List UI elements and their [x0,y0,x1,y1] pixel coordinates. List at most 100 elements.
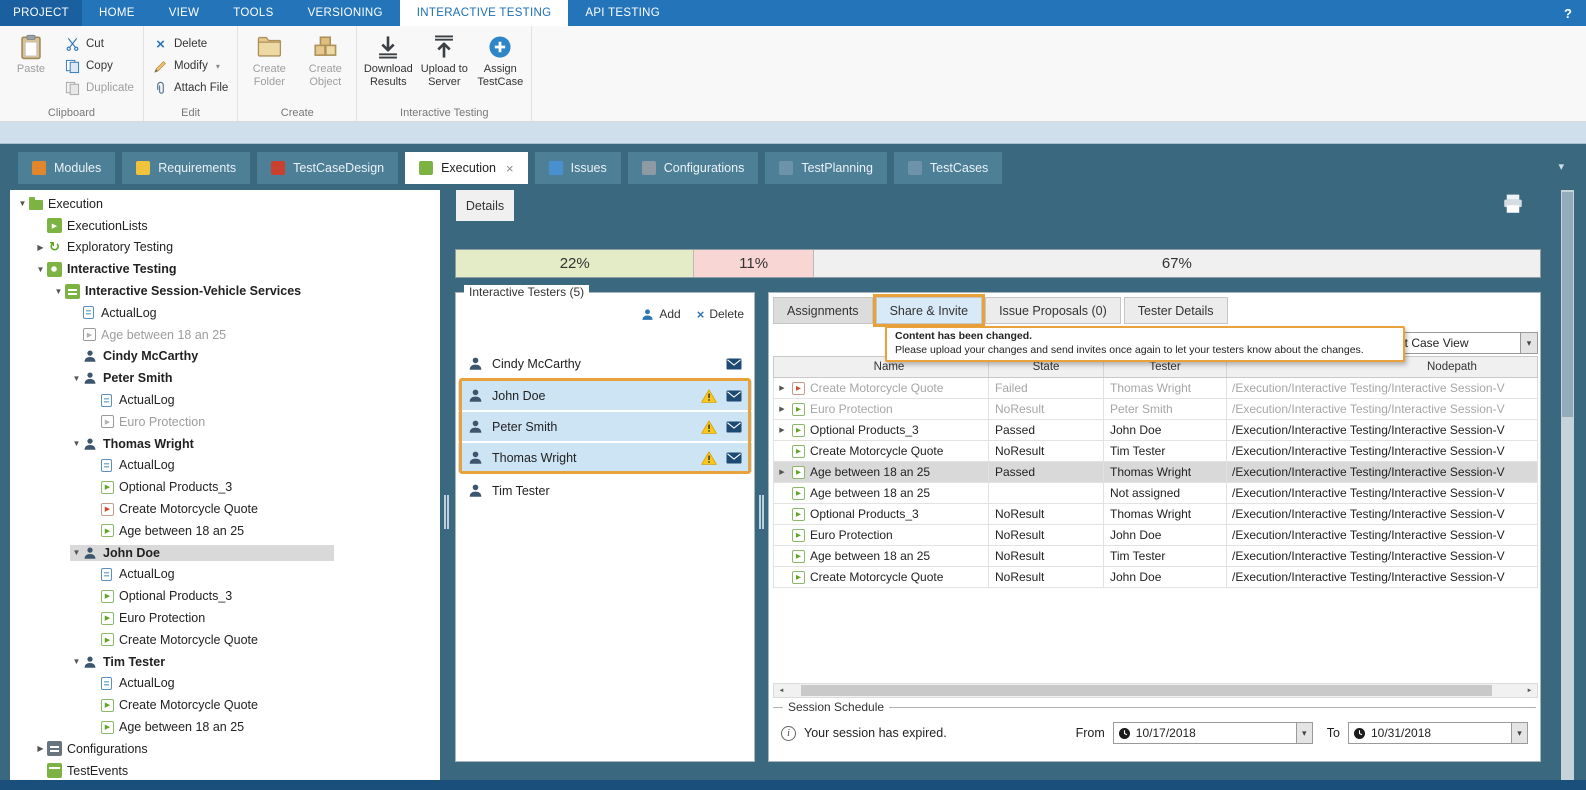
expand-arrow[interactable]: ▶ [34,744,47,753]
scrollbar-thumb[interactable] [801,685,1492,696]
tree-item-optional-products[interactable]: ▶Optional Products_3 [10,585,440,607]
table-row[interactable]: ▶Optional Products_3 NoResult Thomas Wri… [773,504,1538,525]
to-date-picker[interactable]: 10/31/2018 ▾ [1348,722,1528,744]
tree-item-age-between[interactable]: ▶Age between 18 an 25 [10,716,440,738]
tree-item-configurations[interactable]: ▶Configurations [10,738,440,760]
table-row[interactable]: ▶Create Motorcycle Quote NoResult Tim Te… [773,441,1538,462]
expand-arrow[interactable]: ▼ [70,657,83,666]
tree-item-age-between[interactable]: ▶Age between 18 an 25 [10,520,440,542]
tree-item-create-motorcycle-quote[interactable]: ▶Create Motorcycle Quote [10,498,440,520]
tree-item-tim-tester[interactable]: ▼Tim Tester [10,651,440,673]
menu-tab-tools[interactable]: TOOLS [216,0,290,26]
copy-button[interactable]: Copy [59,55,140,77]
tester-row-thomas[interactable]: Thomas Wright [458,443,752,472]
tab-testplanning[interactable]: TestPlanning [765,152,887,184]
create-object-button[interactable]: Create Object [297,29,353,103]
row-expander[interactable]: ▶ [774,399,790,419]
tree-item-optional-products[interactable]: ▶Optional Products_3 [10,476,440,498]
tree-item-euro-protection[interactable]: ▶Euro Protection [10,607,440,629]
tab-execution[interactable]: Execution× [405,152,528,184]
tree-item-euro-protection[interactable]: ▶Euro Protection [10,411,440,433]
tree-item-cindy-mccarthy[interactable]: Cindy McCarthy [10,346,440,368]
create-folder-button[interactable]: Create Folder [241,29,297,103]
row-expander[interactable]: ▶ [774,378,790,398]
print-icon[interactable] [1502,194,1524,214]
chevron-down-icon[interactable]: ▾ [216,62,220,71]
table-row[interactable]: ▶ ▶Optional Products_3 Passed John Doe /… [773,420,1538,441]
tab-tester-details[interactable]: Tester Details [1124,297,1228,324]
tree-item-create-motorcycle-quote[interactable]: ▶Create Motorcycle Quote [10,629,440,651]
delete-button[interactable]: × Delete [147,33,234,55]
chevron-down-icon[interactable]: ▾ [1296,723,1312,743]
tab-overflow-icon[interactable]: ▾ [1558,160,1564,173]
tab-requirements[interactable]: Requirements [122,152,250,184]
mail-icon[interactable] [726,421,742,433]
tab-details[interactable]: Details [456,190,514,221]
tree-item-actuallog[interactable]: ActualLog [10,564,440,586]
tree-item-interactive-session[interactable]: ▼Interactive Session-Vehicle Services [10,280,440,302]
tab-testcasedesign[interactable]: TestCaseDesign [257,152,398,184]
row-expander[interactable]: ▶ [774,462,790,482]
menu-tab-interactive-testing[interactable]: INTERACTIVE TESTING [400,0,569,26]
table-row[interactable]: ▶ ▶Create Motorcycle Quote Failed Thomas… [773,378,1538,399]
table-row[interactable]: ▶ ▶Euro Protection NoResult Peter Smith … [773,399,1538,420]
tab-assignments[interactable]: Assignments [773,297,873,324]
expand-arrow[interactable]: ▼ [34,265,47,274]
scroll-left-icon[interactable]: ◄ [774,684,789,697]
paste-button[interactable]: Paste [3,29,59,103]
tree-item-age-between[interactable]: ▶Age between 18 an 25 [10,324,440,346]
tab-testcases[interactable]: TestCases [894,152,1002,184]
help-icon[interactable]: ? [1550,0,1586,26]
tab-share-invite[interactable]: Share & Invite [876,297,983,324]
expand-arrow[interactable]: ▼ [16,199,29,208]
expand-arrow[interactable]: ▼ [70,548,83,557]
tree-item-thomas-wright[interactable]: ▼Thomas Wright [10,433,440,455]
menu-tab-view[interactable]: VIEW [152,0,217,26]
tree-item-actuallog[interactable]: ActualLog [10,389,440,411]
cut-button[interactable]: Cut [59,33,140,55]
tester-row-john[interactable]: John Doe [458,381,752,410]
table-row-selected[interactable]: ▶ ▶Age between 18 an 25 Passed Thomas Wr… [773,462,1538,483]
tree-item-interactive-testing[interactable]: ▼Interactive Testing [10,258,440,280]
mail-icon[interactable] [726,390,742,402]
tree-item-peter-smith[interactable]: ▼Peter Smith [10,367,440,389]
horizontal-scrollbar[interactable]: ◄ ► [773,683,1538,698]
attach-file-button[interactable]: Attach File [147,77,234,99]
assign-testcase-button[interactable]: Assign TestCase [472,29,528,103]
menu-tab-versioning[interactable]: VERSIONING [291,0,400,26]
tab-issues[interactable]: Issues [535,152,621,184]
tester-row-peter[interactable]: Peter Smith [458,412,752,441]
mail-icon[interactable] [726,452,742,464]
menu-tab-home[interactable]: HOME [82,0,152,26]
tab-modules[interactable]: Modules [18,152,115,184]
panel-splitter-handle[interactable] [759,495,764,529]
from-date-picker[interactable]: 10/17/2018 ▾ [1113,722,1313,744]
menu-tab-project[interactable]: PROJECT [0,0,82,26]
mail-icon[interactable] [726,358,742,370]
expand-arrow[interactable]: ▼ [52,287,65,296]
tree-item-exploratory-testing[interactable]: ▶↻Exploratory Testing [10,237,440,259]
tree-item-actuallog[interactable]: ActualLog [10,302,440,324]
expand-arrow[interactable]: ▼ [70,439,83,448]
upload-to-server-button[interactable]: Upload to Server [416,29,472,103]
chevron-down-icon[interactable]: ▾ [1511,723,1527,743]
vertical-scrollbar[interactable] [1561,190,1574,780]
tree-item-actuallog[interactable]: ActualLog [10,455,440,477]
scroll-right-icon[interactable]: ► [1522,684,1537,697]
tree-splitter-handle[interactable] [444,495,449,529]
menu-tab-api-testing[interactable]: API TESTING [568,0,677,26]
table-row[interactable]: ▶Create Motorcycle Quote NoResult John D… [773,567,1538,588]
tester-row-cindy[interactable]: Cindy McCarthy [458,349,752,378]
tab-issue-proposals[interactable]: Issue Proposals (0) [985,297,1121,324]
download-results-button[interactable]: Download Results [360,29,416,103]
table-row[interactable]: ▶Age between 18 an 25 Not assigned /Exec… [773,483,1538,504]
tree-item-executionlists[interactable]: ExecutionLists [10,215,440,237]
tester-row-tim[interactable]: Tim Tester [458,476,752,505]
tree-item-execution[interactable]: ▼Execution [10,193,440,215]
table-row[interactable]: ▶Age between 18 an 25 NoResult Tim Teste… [773,546,1538,567]
expand-arrow[interactable]: ▼ [70,374,83,383]
scrollbar-thumb[interactable] [1562,192,1573,417]
tree-item-actuallog[interactable]: ActualLog [10,673,440,695]
expand-arrow[interactable]: ▶ [34,243,47,252]
modify-button[interactable]: Modify ▾ [147,55,234,77]
